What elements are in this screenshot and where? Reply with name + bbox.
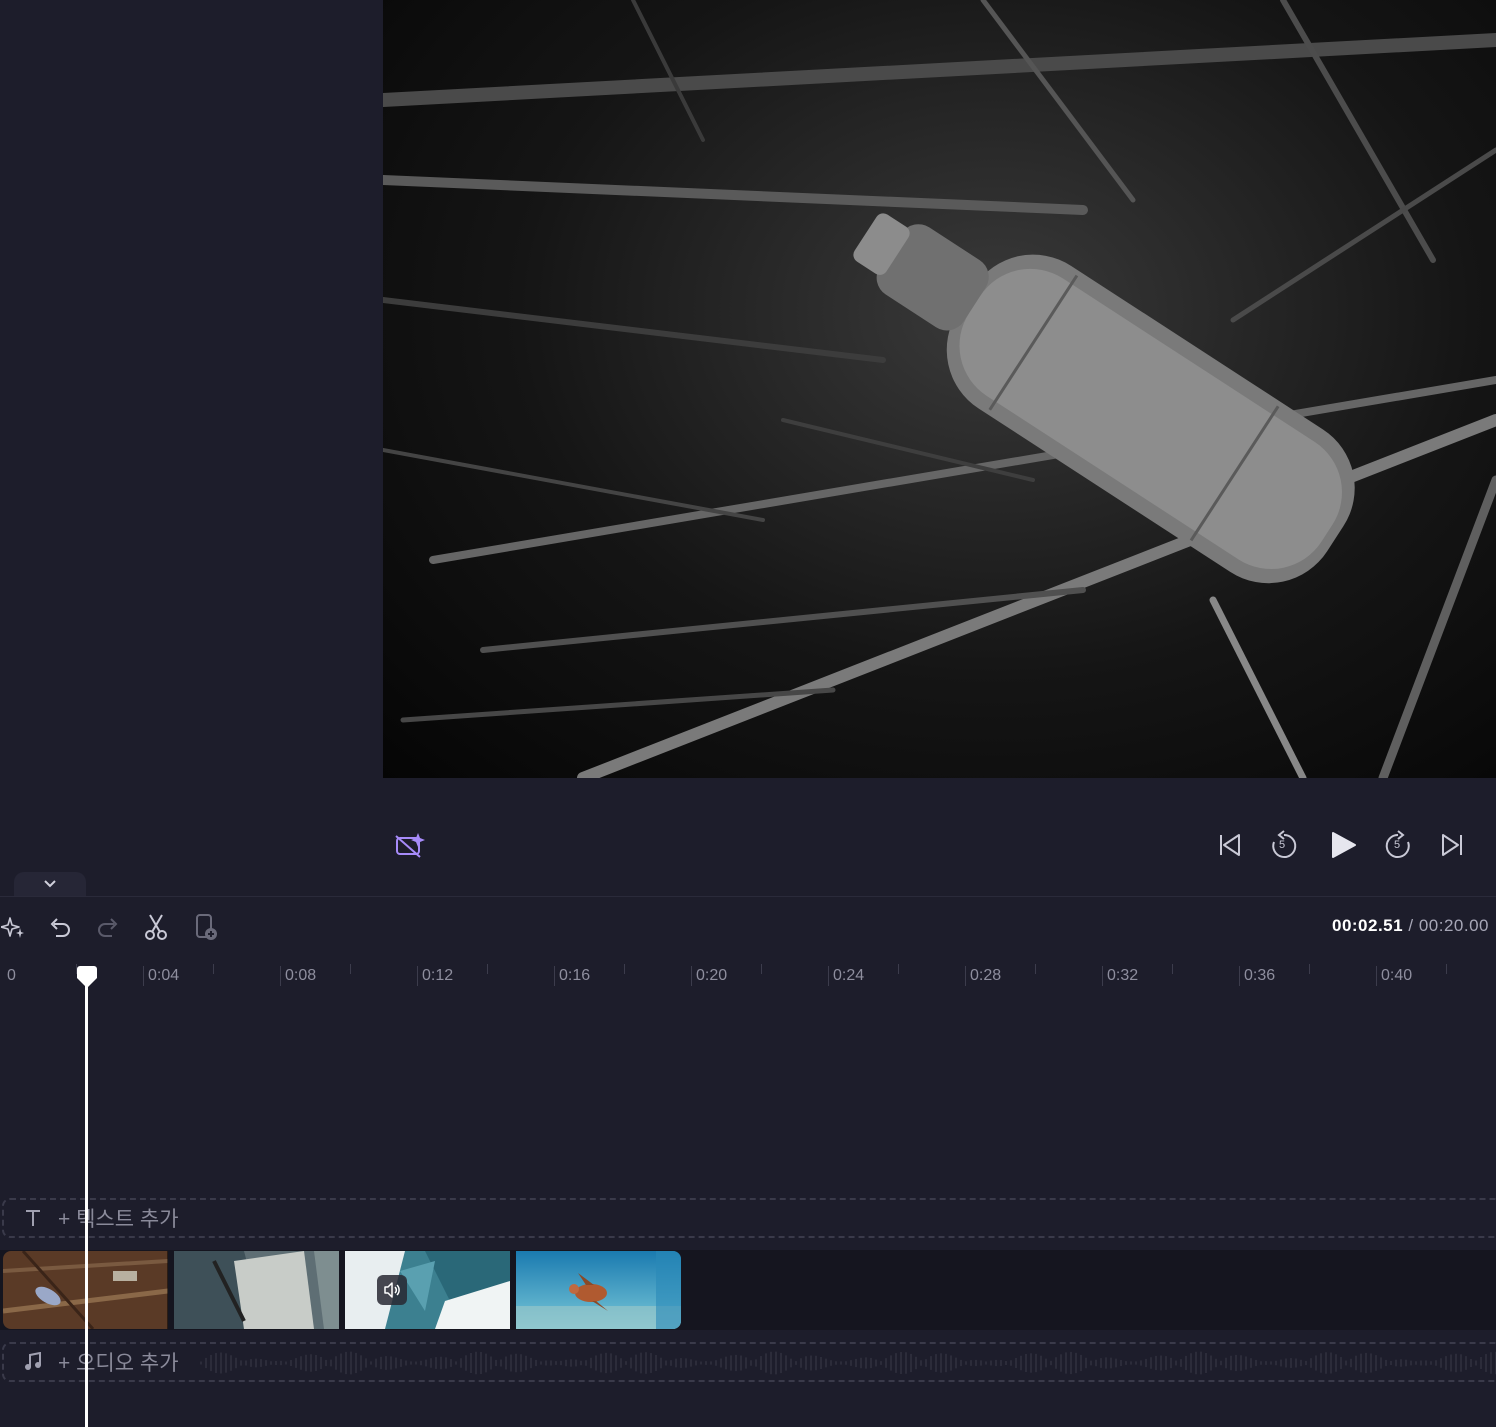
playhead-handle[interactable] [77,966,97,988]
ruler-tick-major [1239,966,1240,986]
ruler-tick-label: 0:24 [833,967,865,984]
timeline-ruler[interactable]: 0 0:04 0:08 0:12 0:16 0:20 0:24 0:28 0:32 0:36 0:4… [0,960,1496,990]
ruler-tick-major [143,966,144,986]
ruler-tick-major [1376,966,1377,986]
skip-forward-icon[interactable] [1437,830,1467,860]
ruler-tick-major [965,966,966,986]
playhead-line[interactable] [85,976,88,1427]
clip-thumbnail [516,1251,681,1329]
ruler-tick-minor [487,964,488,974]
preview-frame-image [383,0,1496,778]
background-remove-icon[interactable] [393,829,427,861]
play-button[interactable] [1326,828,1360,862]
undo-icon[interactable] [47,913,73,941]
video-clip[interactable] [516,1251,681,1329]
ruler-tick-label: 0:08 [285,967,317,984]
ruler-tick-major [280,966,281,986]
ruler-tick-label: 0:20 [696,967,728,984]
ruler-tick-label: 0:40 [1381,967,1413,984]
ruler-tick-minor [213,964,214,974]
play-icon [1332,832,1356,858]
ruler-tick-major [691,966,692,986]
ruler-tick-minor [898,964,899,974]
text-track-label: + 텍스트 추가 [58,1208,179,1231]
ruler-tick-label: 0:16 [559,967,591,984]
ruler-tick-label: 0:12 [422,967,454,984]
timecode-separator: / [1408,916,1414,935]
speaker-icon [384,1282,400,1298]
ruler-tick-minor [1035,964,1036,974]
timecode-display: 00:02.51 / 00:20.00 [1332,916,1489,936]
ruler-tick-minor [1172,964,1173,974]
timecode-total: 00:20.00 [1418,916,1489,935]
timeline-collapse-button[interactable] [14,872,86,896]
ruler-tick-label: 0:36 [1244,967,1276,984]
clip-thumbnail [345,1251,510,1329]
magic-sparkle-icon[interactable] [0,912,26,942]
timecode-current: 00:02.51 [1331,916,1404,935]
rewind-seconds-label: 5 [1279,839,1286,851]
text-icon [22,1208,44,1228]
audio-track-add[interactable]: + 오디오 추가 [2,1342,1496,1382]
scissors-icon[interactable] [142,912,170,942]
redo-icon[interactable] [95,913,121,941]
video-clip[interactable] [174,1251,339,1329]
video-preview[interactable] [383,0,1496,778]
ruler-tick-label: 0:04 [148,967,180,984]
duplicate-icon[interactable] [192,911,220,943]
ruler-tick-label: 0:32 [1107,967,1139,984]
rewind-5-button[interactable]: 5 [1268,828,1300,862]
ruler-tick-minor [624,964,625,974]
forward-5-button[interactable]: 5 [1382,828,1414,862]
clip-thumbnail [174,1251,339,1329]
audio-track-label: + 오디오 추가 [58,1352,179,1375]
ruler-tick-label: 0 [7,967,16,984]
ruler-tick-major [417,966,418,986]
forward-seconds-label: 5 [1394,839,1401,851]
text-track-add[interactable]: + 텍스트 추가 [2,1198,1496,1238]
music-note-icon [22,1352,44,1372]
chevron-down-icon [44,880,56,888]
ruler-tick-label: 0:28 [970,967,1002,984]
clip-volume-button[interactable] [377,1275,407,1305]
ruler-tick-minor [350,964,351,974]
timeline-divider [0,896,1496,897]
ruler-tick-major [828,966,829,986]
ruler-tick-major [554,966,555,986]
ruler-tick-minor [1446,964,1447,974]
ruler-tick-major [1102,966,1103,986]
video-clip[interactable] [345,1251,510,1329]
skip-back-icon[interactable] [1215,830,1245,860]
left-panel [0,0,383,880]
ruler-tick-minor [1309,964,1310,974]
ruler-tick-minor [761,964,762,974]
